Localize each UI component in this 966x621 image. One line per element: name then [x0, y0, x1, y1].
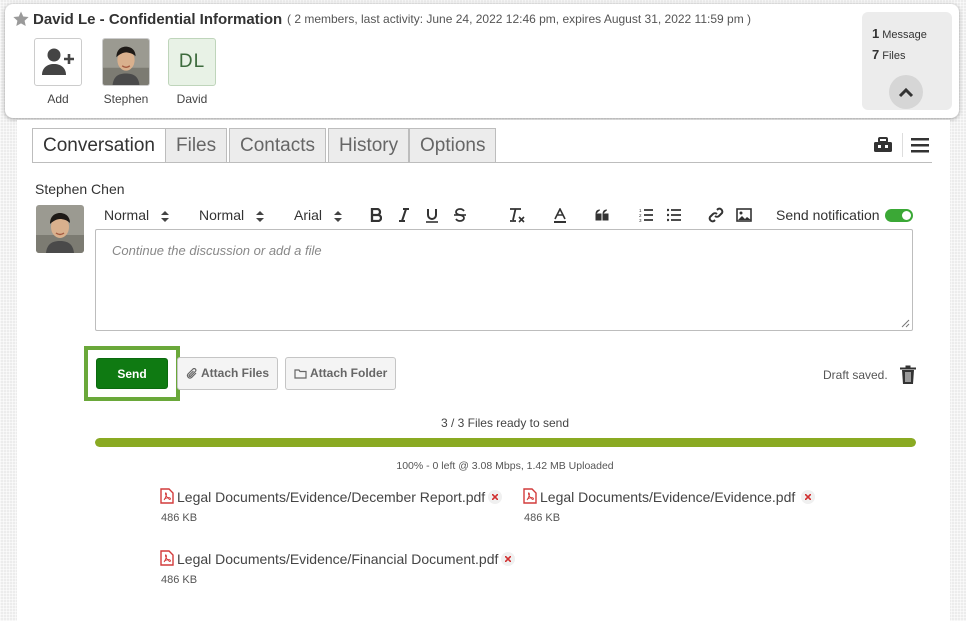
block-style-select[interactable]: Normal — [104, 207, 170, 223]
file-count-value: 7 — [872, 47, 880, 62]
collapse-header-button[interactable] — [889, 75, 923, 109]
attached-file-size: 486 KB — [161, 574, 198, 586]
svg-text:3: 3 — [639, 218, 642, 222]
ordered-list-icon[interactable]: 123 — [636, 206, 656, 224]
image-icon[interactable] — [734, 206, 754, 224]
remove-file-button[interactable] — [488, 490, 502, 504]
member-initials-david[interactable]: DL — [168, 38, 216, 86]
text-color-icon[interactable] — [550, 206, 570, 224]
close-icon — [805, 494, 811, 500]
sort-caret-icon — [256, 211, 265, 222]
remove-file-button[interactable] — [801, 490, 815, 504]
member-avatar-stephen[interactable] — [102, 38, 150, 86]
tab-files[interactable]: Files — [165, 128, 228, 162]
sort-caret-icon — [161, 211, 170, 222]
message-count-label: Message — [882, 29, 927, 41]
workspace-meta: ( 2 members, last activity: June 24, 202… — [287, 12, 752, 26]
chevron-up-icon — [898, 87, 914, 98]
attach-files-label: Attach Files — [201, 366, 270, 380]
menu-icon[interactable] — [908, 134, 932, 156]
italic-icon[interactable] — [394, 206, 414, 224]
member-stephen[interactable]: Stephen — [94, 38, 158, 106]
attached-file-name: Legal Documents/Evidence/December Report… — [177, 489, 486, 505]
font-family-select[interactable]: Arial — [294, 207, 342, 223]
font-size-value: Normal — [199, 207, 245, 223]
folder-icon — [294, 369, 307, 379]
attached-file-name: Legal Documents/Evidence/Financial Docum… — [177, 551, 499, 567]
send-button[interactable]: Send — [96, 358, 168, 389]
star-icon[interactable] — [12, 10, 30, 28]
resize-grip-icon[interactable] — [901, 319, 910, 328]
author-avatar — [36, 205, 84, 253]
attached-file-size: 486 KB — [161, 512, 198, 524]
message-count-value: 1 — [872, 26, 880, 41]
message-placeholder: Continue the discussion or add a file — [112, 243, 322, 258]
toolbar-separator — [902, 133, 903, 157]
attach-folder-label: Attach Folder — [310, 366, 388, 380]
pdf-file-icon — [160, 550, 174, 566]
trash-icon[interactable] — [899, 365, 917, 385]
add-user-icon[interactable] — [34, 38, 82, 86]
attach-folder-button[interactable]: Attach Folder — [285, 357, 397, 390]
font-size-select[interactable]: Normal — [199, 207, 265, 223]
tab-history[interactable]: History — [328, 128, 410, 162]
send-notification-label: Send notification — [776, 207, 880, 223]
tab-contacts[interactable]: Contacts — [229, 128, 326, 162]
upload-rate: 100% - 0 left @ 3.08 Mbps, 1.42 MB Uploa… — [396, 460, 614, 472]
tab-divider — [32, 162, 932, 163]
member-label-add: Add — [47, 92, 69, 106]
link-icon[interactable] — [706, 206, 726, 224]
bullet-list-icon[interactable] — [664, 206, 684, 224]
pdf-file-icon — [160, 488, 174, 504]
close-icon — [492, 494, 498, 500]
toggle-knob — [902, 211, 911, 220]
blockquote-icon[interactable] — [592, 206, 612, 224]
block-style-value: Normal — [104, 207, 150, 223]
font-family-value: Arial — [294, 207, 323, 223]
attached-file-name: Legal Documents/Evidence/Evidence.pdf — [540, 489, 796, 505]
message-editor[interactable]: Continue the discussion or add a file — [95, 229, 913, 331]
tab-conversation[interactable]: Conversation — [32, 128, 166, 163]
member-david[interactable]: DL David — [160, 38, 224, 106]
draft-status: Draft saved. — [823, 368, 888, 382]
file-count-label: Files — [882, 50, 906, 62]
upload-progress-bar — [95, 438, 916, 447]
send-button-highlight: Send — [84, 346, 180, 401]
tab-options[interactable]: Options — [409, 128, 497, 162]
underline-icon[interactable] — [422, 206, 442, 224]
add-member-button[interactable]: Add — [26, 38, 90, 106]
member-label-stephen: Stephen — [103, 92, 149, 106]
message-count[interactable]: 1 Message — [872, 26, 927, 41]
upload-status: 3 / 3 Files ready to send — [440, 416, 570, 430]
pdf-file-icon — [523, 488, 537, 504]
clear-format-icon[interactable] — [507, 206, 527, 224]
workspace-title: David Le - Confidential Information — [33, 11, 283, 28]
bold-icon[interactable] — [366, 206, 386, 224]
close-icon — [505, 556, 511, 562]
attach-files-button[interactable]: Attach Files — [177, 357, 279, 390]
paperclip-icon — [186, 367, 197, 379]
remove-file-button[interactable] — [501, 552, 515, 566]
upload-progress-fill — [95, 438, 916, 447]
author-name: Stephen Chen — [35, 181, 125, 197]
sort-caret-icon — [333, 211, 342, 222]
toolbox-icon[interactable] — [871, 134, 895, 156]
activity-summary: 1 Message 7 Files — [862, 12, 952, 110]
strikethrough-icon[interactable] — [450, 206, 470, 224]
conversation-panel: Conversation Files Contacts History Opti… — [17, 120, 950, 621]
file-count[interactable]: 7 Files — [872, 47, 905, 62]
attached-file-size: 486 KB — [524, 512, 561, 524]
member-label-david: David — [176, 92, 208, 106]
workspace-header: David Le - Confidential Information ( 2 … — [5, 4, 959, 118]
send-notification-toggle[interactable] — [885, 209, 913, 222]
